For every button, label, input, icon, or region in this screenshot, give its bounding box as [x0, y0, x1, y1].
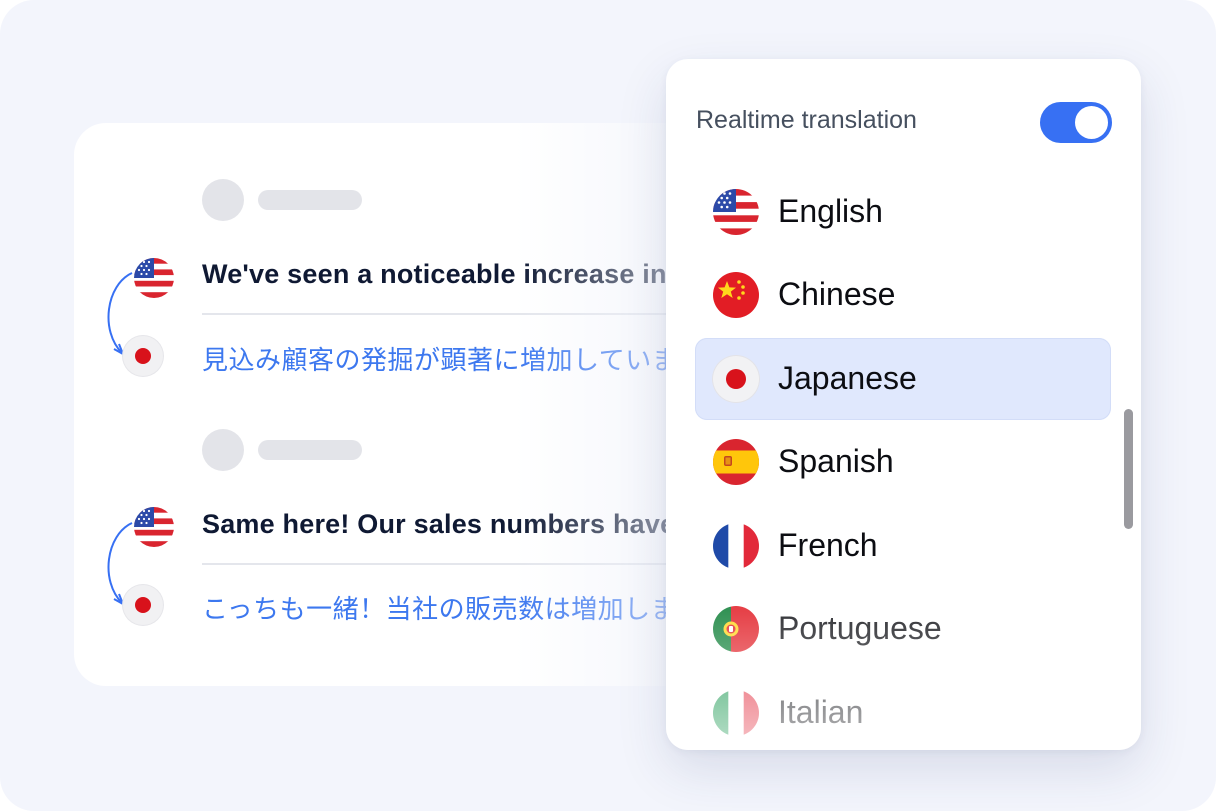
language-label: Chinese	[778, 276, 896, 312]
language-option-spanish[interactable]: Spanish	[695, 421, 1111, 503]
translated-message: こっちも一緒！当社の販売数は増加しました	[202, 594, 731, 624]
language-label: Spanish	[778, 443, 894, 479]
avatar	[202, 429, 244, 471]
us-flag-icon	[134, 258, 174, 298]
app-stage: We've seen a noticeable increase in lead…	[0, 0, 1216, 811]
language-option-portuguese[interactable]: Portuguese	[695, 588, 1111, 670]
italy-flag-icon	[713, 690, 759, 736]
language-option-english[interactable]: English	[695, 171, 1111, 253]
japan-flag-icon	[123, 585, 163, 625]
language-option-japanese[interactable]: Japanese	[695, 338, 1111, 420]
username-placeholder	[258, 440, 362, 460]
us-flag-icon	[713, 189, 759, 235]
translated-message: 見込み顧客の発掘が顕著に増加しています	[202, 345, 705, 375]
language-label: Portuguese	[778, 610, 942, 646]
japan-flag-icon	[123, 336, 163, 376]
language-list: English Chinese Japanese Spanish French …	[666, 59, 1141, 750]
language-label: English	[778, 193, 883, 229]
language-option-chinese[interactable]: Chinese	[695, 254, 1111, 336]
language-panel: Realtime translation English Chinese Jap…	[666, 59, 1141, 750]
language-option-french[interactable]: French	[695, 505, 1111, 587]
avatar	[202, 179, 244, 221]
language-label: Japanese	[778, 360, 917, 396]
language-label: French	[778, 527, 878, 563]
japan-flag-icon	[713, 356, 759, 402]
portugal-flag-icon	[713, 606, 759, 652]
us-flag-icon	[134, 507, 174, 547]
spain-flag-icon	[713, 439, 759, 485]
language-option-italian[interactable]: Italian	[695, 672, 1111, 750]
scrollbar-thumb[interactable]	[1124, 409, 1133, 529]
original-message: We've seen a noticeable increase in lead…	[202, 259, 745, 289]
france-flag-icon	[713, 523, 759, 569]
language-label: Italian	[778, 694, 864, 730]
username-placeholder	[258, 190, 362, 210]
china-flag-icon	[713, 272, 759, 318]
